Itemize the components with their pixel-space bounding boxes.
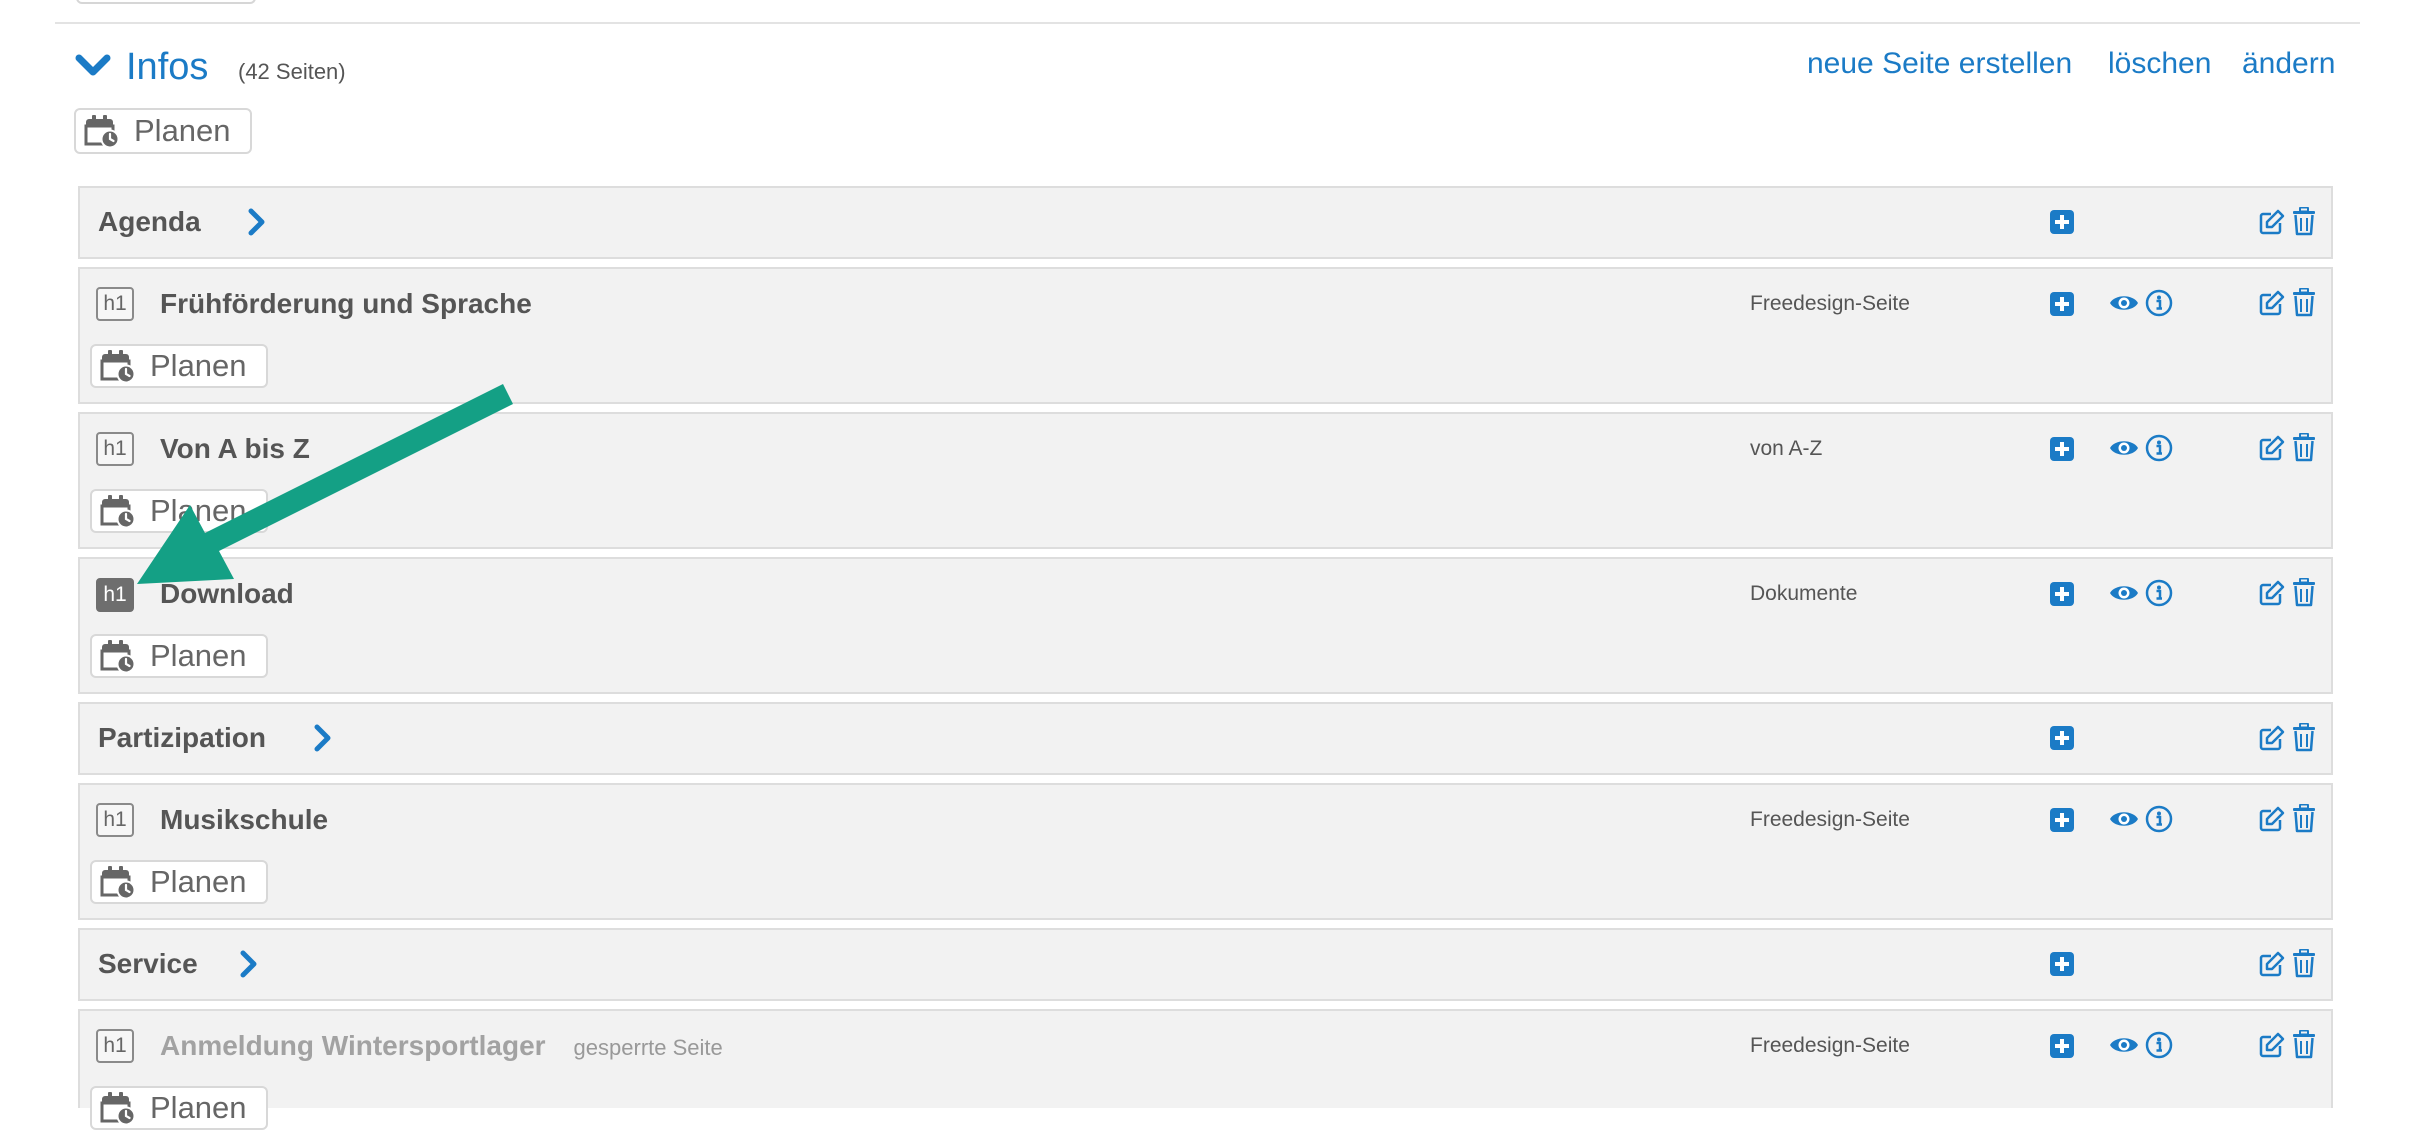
page-type: von A-Z: [1750, 437, 1823, 460]
heading-level-badge[interactable]: h1: [96, 1029, 134, 1063]
plan-button[interactable]: Planen: [90, 860, 268, 904]
chevron-right-icon[interactable]: [312, 723, 334, 753]
info-circle-icon[interactable]: [2145, 289, 2173, 317]
category-title[interactable]: Service: [98, 946, 198, 982]
edit-icon[interactable]: [2258, 805, 2286, 833]
eye-icon[interactable]: [2109, 582, 2139, 604]
trash-icon[interactable]: [2292, 1030, 2316, 1059]
info-circle-icon[interactable]: [2145, 434, 2173, 462]
page-row-von-a-bis-z[interactable]: h1 Von A bis Z von A-Z Planen: [78, 412, 2333, 549]
category-row-agenda[interactable]: Agenda: [78, 186, 2333, 259]
trash-icon[interactable]: [2292, 207, 2316, 236]
chevron-right-icon[interactable]: [238, 949, 260, 979]
calendar-clock-icon: [100, 640, 136, 674]
plan-button[interactable]: Planen: [90, 344, 268, 388]
edit-icon[interactable]: [2258, 950, 2286, 978]
plan-button[interactable]: Planen: [90, 489, 268, 533]
trash-icon[interactable]: [2292, 804, 2316, 833]
calendar-clock-icon: [100, 1092, 136, 1126]
page-type: Freedesign-Seite: [1750, 808, 1910, 831]
eye-icon[interactable]: [2109, 808, 2139, 830]
page-title[interactable]: Von A bis Z: [160, 431, 310, 467]
plus-square-icon[interactable]: [2050, 952, 2074, 976]
edit-icon[interactable]: [2258, 724, 2286, 752]
trash-icon[interactable]: [2292, 949, 2316, 978]
trash-icon[interactable]: [2292, 578, 2316, 607]
page-title[interactable]: Anmeldung Wintersportlager gesperrte Seit…: [160, 1028, 723, 1066]
plan-label: Planen: [134, 113, 231, 148]
info-circle-icon[interactable]: [2145, 579, 2173, 607]
plan-label: Planen: [150, 348, 247, 383]
edit-icon[interactable]: [2258, 434, 2286, 462]
eye-icon[interactable]: [2109, 437, 2139, 459]
edit-section-link[interactable]: ändern: [2242, 42, 2335, 86]
info-circle-icon[interactable]: [2145, 805, 2173, 833]
calendar-clock-icon: [100, 866, 136, 900]
heading-level-badge[interactable]: h1: [96, 803, 134, 837]
plus-square-icon[interactable]: [2050, 210, 2074, 234]
plan-label: Planen: [150, 638, 247, 673]
heading-level-badge[interactable]: h1: [96, 432, 134, 466]
plan-button[interactable]: Planen: [90, 1086, 268, 1130]
page-row-musikschule[interactable]: h1 Musikschule Freedesign-Seite Planen: [78, 783, 2333, 920]
page-title[interactable]: Download: [160, 576, 294, 612]
plan-label: Planen: [150, 1090, 247, 1125]
trash-icon[interactable]: [2292, 723, 2316, 752]
page-type: Freedesign-Seite: [1750, 292, 1910, 315]
eye-icon[interactable]: [2109, 1034, 2139, 1056]
plus-square-icon[interactable]: [2050, 808, 2074, 832]
calendar-clock-icon: [84, 115, 120, 149]
new-page-link[interactable]: neue Seite erstellen: [1807, 42, 2072, 86]
plus-square-icon[interactable]: [2050, 582, 2074, 606]
page-row-fruehfoerderung[interactable]: h1 Frühförderung und Sprache Freedesign-…: [78, 267, 2333, 404]
locked-note: gesperrte Seite: [573, 1035, 723, 1060]
eye-icon[interactable]: [2109, 292, 2139, 314]
trash-icon[interactable]: [2292, 433, 2316, 462]
page-type: Freedesign-Seite: [1750, 1034, 1910, 1057]
page-count: (42 Seiten): [238, 59, 346, 84]
category-row-service[interactable]: Service: [78, 928, 2333, 1001]
calendar-clock-icon: [100, 495, 136, 529]
plus-square-icon[interactable]: [2050, 292, 2074, 316]
edit-icon[interactable]: [2258, 1031, 2286, 1059]
plus-square-icon[interactable]: [2050, 726, 2074, 750]
info-circle-icon[interactable]: [2145, 1031, 2173, 1059]
page-title[interactable]: Musikschule: [160, 802, 328, 838]
calendar-clock-icon: [100, 350, 136, 384]
trash-icon[interactable]: [2292, 288, 2316, 317]
plan-label: Planen: [150, 864, 247, 899]
section-title[interactable]: Infos: [126, 42, 208, 92]
page-title[interactable]: Frühförderung und Sprache: [160, 286, 532, 322]
section-divider: [55, 22, 2360, 24]
page-title-text: Anmeldung Wintersportlager: [160, 1030, 546, 1061]
category-title[interactable]: Partizipation: [98, 720, 266, 756]
category-row-partizipation[interactable]: Partizipation: [78, 702, 2333, 775]
heading-level-badge[interactable]: h1: [96, 287, 134, 321]
delete-section-link[interactable]: löschen: [2108, 42, 2211, 86]
category-title[interactable]: Agenda: [98, 204, 201, 240]
plan-button[interactable]: Planen: [90, 634, 268, 678]
page-type: Dokumente: [1750, 582, 1858, 605]
edit-icon[interactable]: [2258, 289, 2286, 317]
chevron-right-icon[interactable]: [246, 207, 268, 237]
page-row-anmeldung-wintersportlager[interactable]: h1 Anmeldung Wintersportlager gesperrte S…: [78, 1009, 2333, 1130]
edit-icon[interactable]: [2258, 208, 2286, 236]
plus-square-icon[interactable]: [2050, 1034, 2074, 1058]
plan-label: Planen: [150, 493, 247, 528]
chevron-down-icon[interactable]: [74, 52, 112, 80]
plan-button[interactable]: Planen: [74, 108, 252, 154]
page-row-download[interactable]: h1 Download Dokumente Planen: [78, 557, 2333, 694]
plus-square-icon[interactable]: [2050, 437, 2074, 461]
previous-plan-button-edge: [76, 0, 256, 4]
heading-level-badge[interactable]: h1: [96, 578, 134, 612]
edit-icon[interactable]: [2258, 579, 2286, 607]
